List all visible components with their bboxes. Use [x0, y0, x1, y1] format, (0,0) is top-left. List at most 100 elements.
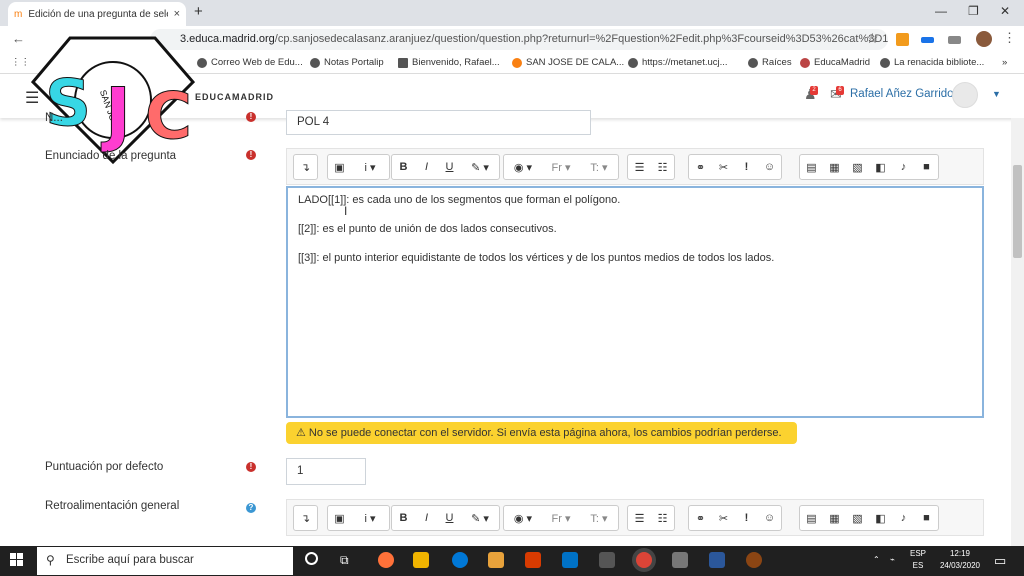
highlight-dropdown-icon[interactable]: ◉ ▾	[504, 506, 542, 530]
manage-files-icon[interactable]: ◧	[869, 155, 892, 179]
tray-arrow-icon[interactable]: ⌃	[873, 554, 880, 566]
unlink-icon[interactable]: ✂	[712, 506, 735, 530]
back-icon[interactable]: ←	[12, 31, 25, 46]
browser-menu-icon[interactable]: ⋮	[1003, 30, 1016, 46]
bookmark-item[interactable]: EducaMadrid	[800, 57, 870, 68]
user-menu-caret-icon[interactable]: ▼	[992, 89, 1001, 99]
browser-tab[interactable]: m Edición de una pregunta de sele ×	[8, 2, 186, 26]
underline-button[interactable]: U	[438, 506, 461, 530]
bookmark-star-icon[interactable]: ☆	[866, 30, 879, 47]
unlink-icon[interactable]: ✂	[712, 155, 735, 179]
paste-icon[interactable]: ▣	[328, 155, 351, 179]
info-dropdown-icon[interactable]: i ▾	[351, 506, 389, 530]
emoji-warning-icon[interactable]: !	[735, 155, 758, 179]
maximize-icon[interactable]: ❐	[968, 4, 979, 18]
font-family-dropdown[interactable]: Fr ▾	[542, 506, 580, 530]
record-video-icon[interactable]: ■	[915, 506, 938, 530]
unordered-list-icon[interactable]: ☰	[628, 506, 651, 530]
question-name-input[interactable]: POL 4	[286, 110, 591, 135]
cast-icon[interactable]	[948, 36, 961, 44]
record-audio-icon[interactable]: ♪	[892, 506, 915, 530]
chrome-icon[interactable]	[636, 552, 652, 568]
editor-line: [[3]]: el punto interior equidistante de…	[298, 252, 775, 264]
italic-button[interactable]: I	[415, 506, 438, 530]
question-text-editor[interactable]: LADO[[1]]: es cada uno de los segmentos …	[286, 186, 984, 418]
highlight-dropdown-icon[interactable]: ◉ ▾	[504, 155, 542, 179]
underline-button[interactable]: U	[438, 155, 461, 179]
warning-triangle-icon: ⚠	[296, 427, 309, 439]
record-video-icon[interactable]: ■	[915, 155, 938, 179]
media-icon[interactable]: ▧	[846, 506, 869, 530]
text-color-dropdown-icon[interactable]: ✎ ▾	[461, 506, 499, 530]
firefox-icon[interactable]	[378, 552, 394, 568]
edge-icon[interactable]	[452, 552, 468, 568]
bookmark-item[interactable]: Correo Web de Edu...	[197, 57, 303, 68]
bookmark-item[interactable]: La renacida bibliote...	[880, 57, 984, 68]
help-icon[interactable]: ?	[246, 503, 256, 513]
clock[interactable]: 12:19 24/03/2020	[938, 548, 982, 572]
image-icon[interactable]: ▦	[823, 506, 846, 530]
manage-files-icon[interactable]: ◧	[869, 506, 892, 530]
font-family-dropdown[interactable]: Fr ▾	[542, 155, 580, 179]
windows-start-icon[interactable]	[10, 553, 24, 567]
user-name[interactable]: Rafael Añez Garrido	[850, 88, 954, 100]
italic-button[interactable]: I	[415, 155, 438, 179]
file-explorer-icon[interactable]	[488, 552, 504, 568]
show-more-buttons-icon[interactable]: ↴	[294, 155, 317, 179]
url-field[interactable]: 3.educa.madrid.org/cp.sanjosedecalasanz.…	[150, 29, 888, 50]
link-icon[interactable]: ⚭	[689, 155, 712, 179]
task-view-icon[interactable]: ⧉	[340, 553, 349, 568]
app-icon[interactable]	[746, 552, 762, 568]
image-icon[interactable]: ▦	[823, 155, 846, 179]
calculator-icon[interactable]	[599, 552, 615, 568]
photos-icon[interactable]	[672, 552, 688, 568]
tab-close-icon[interactable]: ×	[174, 8, 180, 20]
clock-date: 24/03/2020	[939, 561, 981, 570]
record-audio-icon[interactable]: ♪	[892, 155, 915, 179]
bookmark-item[interactable]: SAN JOSE DE CALA...	[512, 57, 624, 68]
bookmark-item[interactable]: Notas Portalip	[310, 57, 384, 68]
show-more-buttons-icon[interactable]: ↴	[294, 506, 317, 530]
new-tab-button[interactable]: +	[194, 3, 203, 20]
ordered-list-icon[interactable]: ☷	[651, 506, 674, 530]
bold-button[interactable]: B	[392, 155, 415, 179]
smiley-icon[interactable]: ☺	[758, 506, 781, 530]
extension-icon[interactable]	[921, 37, 934, 43]
user-avatar[interactable]	[952, 82, 978, 108]
general-feedback-label: Retroalimentación general	[45, 500, 180, 512]
ordered-list-icon[interactable]: ☷	[651, 155, 674, 179]
network-icon[interactable]: ⌁	[890, 554, 895, 566]
word-import-icon[interactable]: ▤	[800, 155, 823, 179]
smiley-icon[interactable]: ☺	[758, 155, 781, 179]
default-score-input[interactable]: 1	[286, 458, 366, 485]
text-color-dropdown-icon[interactable]: ✎ ▾	[461, 155, 499, 179]
info-dropdown-icon[interactable]: i ▾	[351, 155, 389, 179]
cortana-icon[interactable]	[305, 552, 318, 565]
word-import-icon[interactable]: ▤	[800, 506, 823, 530]
taskbar-search-input[interactable]: Escribe aquí para buscar	[37, 547, 293, 575]
media-player-icon[interactable]	[525, 552, 541, 568]
minimize-icon[interactable]: —	[935, 4, 947, 18]
font-size-dropdown[interactable]: T: ▾	[580, 155, 618, 179]
paste-icon[interactable]: ▣	[328, 506, 351, 530]
emoji-warning-icon[interactable]: !	[735, 506, 758, 530]
link-icon[interactable]: ⚭	[689, 506, 712, 530]
more-bookmarks-icon[interactable]: »	[1002, 57, 1007, 68]
bookmark-item[interactable]: Bienvenido, Rafael...	[398, 57, 500, 68]
brand-logo[interactable]: EDUCAMADRID	[195, 92, 274, 102]
store-icon[interactable]	[413, 552, 429, 568]
bold-button[interactable]: B	[392, 506, 415, 530]
word-icon[interactable]	[709, 552, 725, 568]
scrollbar-thumb[interactable]	[1013, 165, 1022, 258]
unordered-list-icon[interactable]: ☰	[628, 155, 651, 179]
font-size-dropdown[interactable]: T: ▾	[580, 506, 618, 530]
extension-icon[interactable]	[896, 33, 909, 46]
notification-center-icon[interactable]: ▭	[994, 553, 1006, 569]
profile-avatar-icon[interactable]	[976, 31, 992, 47]
close-window-icon[interactable]: ✕	[1000, 4, 1010, 18]
language-indicator[interactable]: ESP ES	[910, 548, 926, 572]
mail-icon[interactable]	[562, 552, 578, 568]
bookmark-item[interactable]: Raíces	[748, 57, 792, 68]
media-icon[interactable]: ▧	[846, 155, 869, 179]
bookmark-item[interactable]: https://metanet.ucj...	[628, 57, 728, 68]
